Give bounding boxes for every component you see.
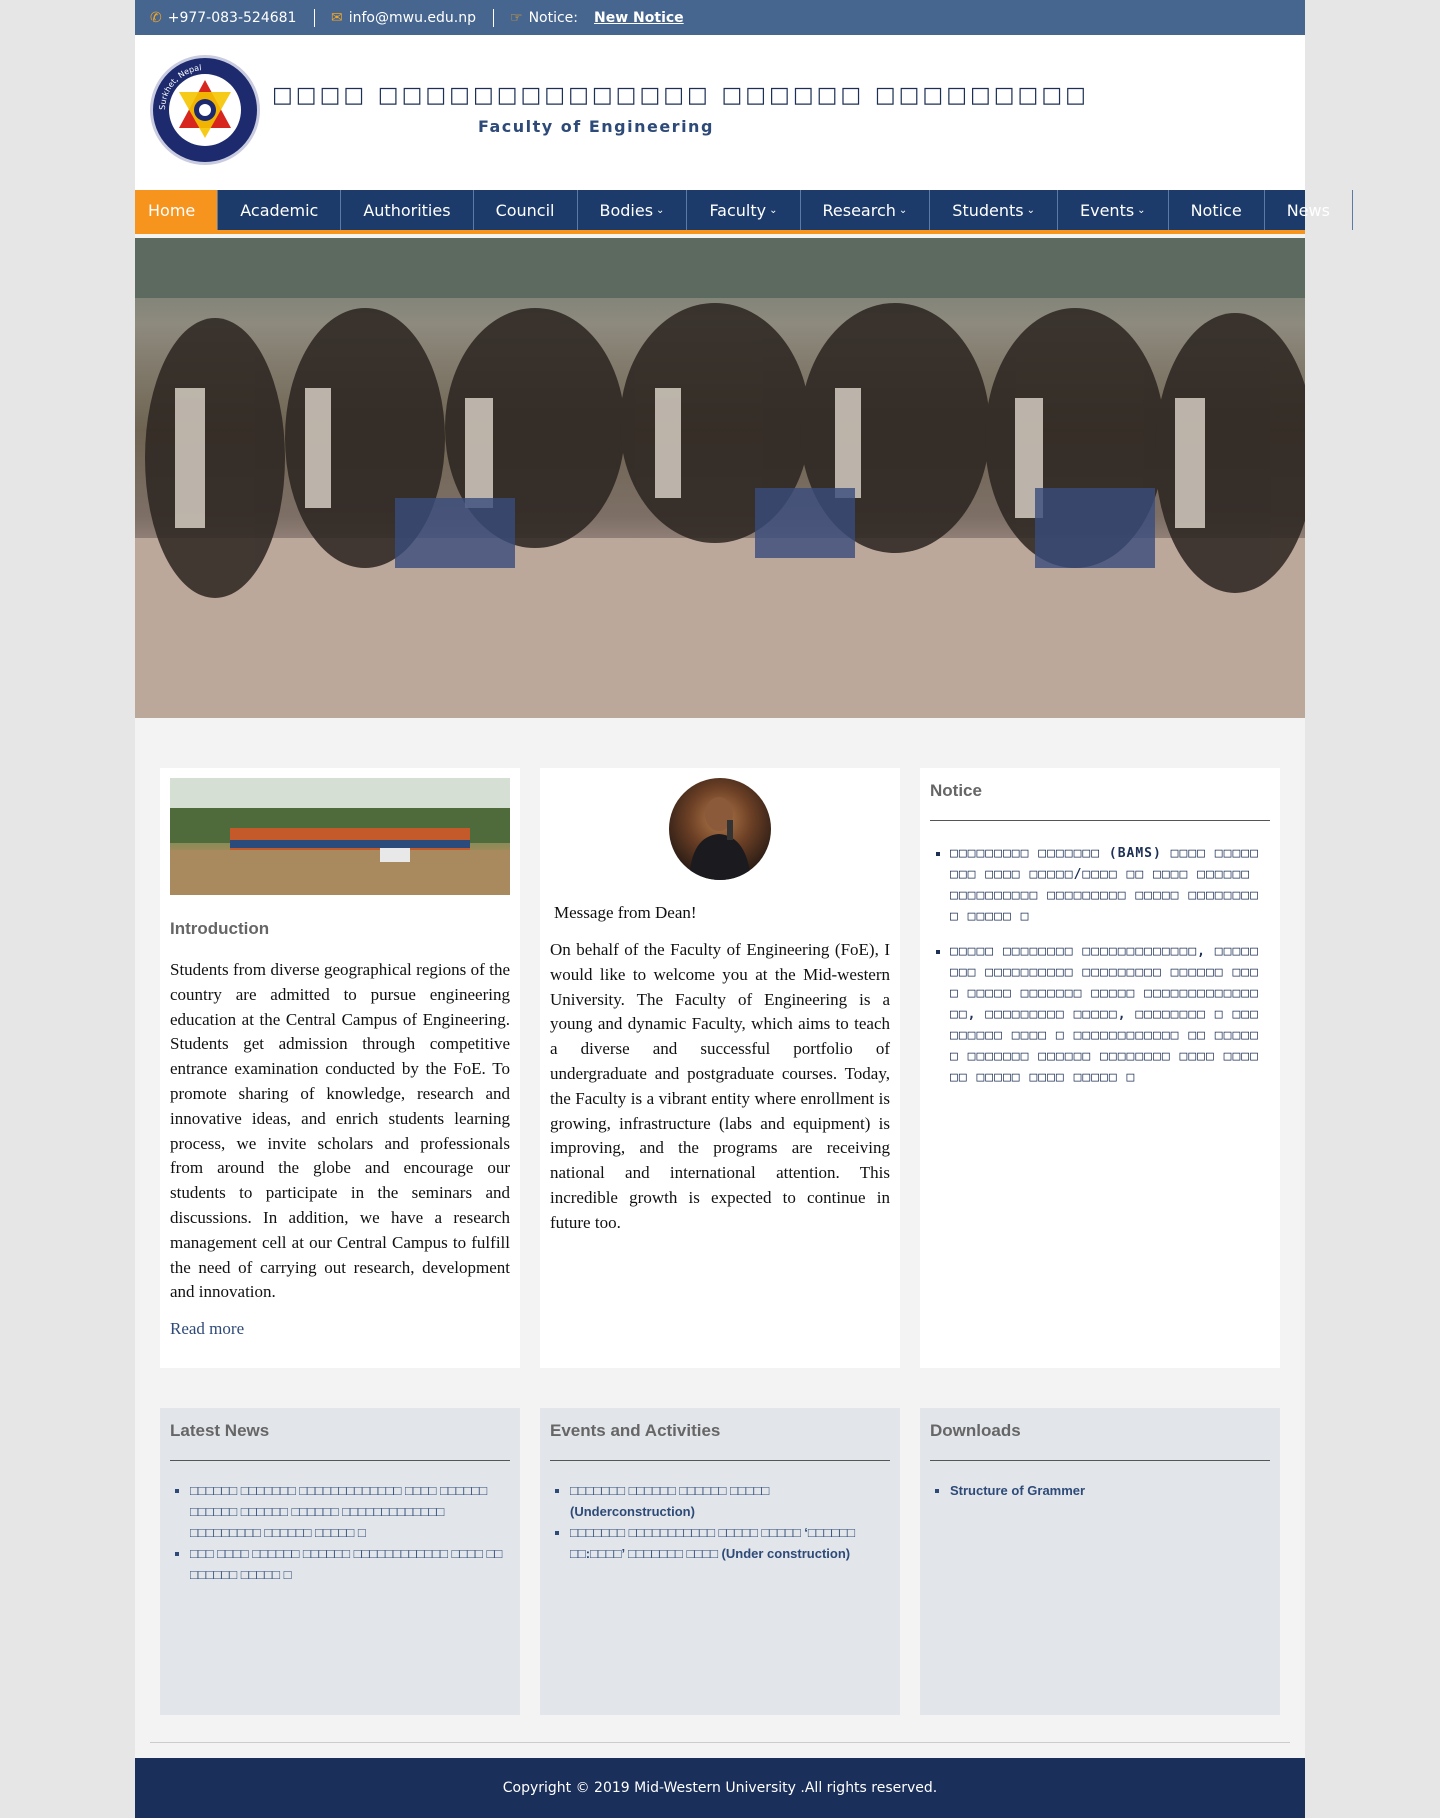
phone-number: +977-083-524681 xyxy=(167,9,297,26)
news-item[interactable]: □□□□□□ □□□□□□□ □□□□□□□□□□□□□ □□□□ □□□□□□… xyxy=(190,1480,510,1543)
events-heading: Events and Activities xyxy=(550,1421,721,1440)
copyright-text: Copyright © 2019 Mid-Western University … xyxy=(502,1780,938,1796)
divider xyxy=(493,9,494,27)
email-address: info@mwu.edu.np xyxy=(348,9,476,26)
nav-item-label: Council xyxy=(495,200,555,220)
main-nav: Home Academic Authorities Council Bodies ⌄ Fac… xyxy=(135,190,1353,234)
nav-item-council[interactable]: Council xyxy=(474,190,578,230)
envelope-icon: ✉ xyxy=(331,9,343,26)
footer-divider xyxy=(150,1742,1290,1743)
nav-item-bodies[interactable]: Bodies ⌄ xyxy=(578,190,688,230)
chevron-down-icon: ⌄ xyxy=(656,204,665,216)
dean-photo xyxy=(669,778,771,880)
notice-ticker: ☞ Notice: New Notice xyxy=(510,0,684,35)
site-subtitle: Faculty of Engineering xyxy=(478,117,714,136)
nav-item-label: Home xyxy=(148,200,196,220)
site-title: □□□□ □□□□□□□□□□□□□□ □□□□□□ □□□□□□□□□ xyxy=(272,83,1089,108)
chevron-down-icon: ⌄ xyxy=(1026,204,1035,216)
campus-photo xyxy=(170,778,510,895)
logo-emblem xyxy=(169,74,241,146)
notice-item[interactable]: □□□□□□□□□ □□□□□□□ (BAMS) □□□□ □□□□□□□□ □… xyxy=(950,843,1260,927)
latest-news-panel: Latest News □□□□□□ □□□□□□□ □□□□□□□□□□□□□… xyxy=(160,1408,520,1715)
chevron-down-icon: ⌄ xyxy=(769,204,778,216)
notice-item[interactable]: □□□□□ □□□□□□□□ □□□□□□□□□□□□□, □□□□□□□□ □… xyxy=(950,941,1260,1088)
nav-item-news[interactable]: News xyxy=(1265,190,1353,230)
nav-item-label: Research xyxy=(822,200,896,220)
nav-item-students[interactable]: Students ⌄ xyxy=(930,190,1058,230)
nav-item-faculty[interactable]: Faculty ⌄ xyxy=(687,190,801,230)
hero-group-photo xyxy=(135,238,1305,718)
notice-list: □□□□□□□□□ □□□□□□□ (BAMS) □□□□ □□□□□□□□ □… xyxy=(950,843,1260,1102)
page: ✆ +977-083-524681 ✉ info@mwu.edu.np ☞ No… xyxy=(135,0,1353,1818)
event-item[interactable]: □□□□□□□ □□□□□□□□□□□ □□□□□ □□□□□ ‘□□□□□□ … xyxy=(570,1522,890,1564)
nav-item-label: Students xyxy=(952,200,1024,220)
nav-item-authorities[interactable]: Authorities xyxy=(341,190,474,230)
chevron-down-icon: ⌄ xyxy=(1137,204,1146,216)
events-panel: Events and Activities □□□□□□□ □□□□□□ □□□… xyxy=(540,1408,900,1715)
news-list: □□□□□□ □□□□□□□ □□□□□□□□□□□□□ □□□□ □□□□□□… xyxy=(190,1480,510,1585)
dean-message: On behalf of the Faculty of Engineering … xyxy=(550,940,890,1232)
notice-label: Notice: xyxy=(528,9,579,26)
footer: Copyright © 2019 Mid-Western University … xyxy=(135,1758,1305,1818)
intro-heading: Introduction xyxy=(170,919,270,938)
divider xyxy=(550,1460,890,1461)
nav-item-label: Authorities xyxy=(363,200,451,220)
events-list: □□□□□□□ □□□□□□ □□□□□□ □□□□□ (Underconstr… xyxy=(570,1480,890,1564)
download-item[interactable]: Structure of Grammer xyxy=(950,1480,1270,1501)
divider xyxy=(314,9,315,27)
top-bar: ✆ +977-083-524681 ✉ info@mwu.edu.np ☞ No… xyxy=(135,0,1305,35)
nav-item-academic[interactable]: Academic xyxy=(218,190,342,230)
nav-item-label: Faculty xyxy=(709,200,767,220)
site-header: Surkhet, Nepal □□□□ □□□□□□□□□□□□□□ □□□□□… xyxy=(135,35,1305,190)
intro-card: Introduction Students from diverse geogr… xyxy=(160,768,520,1368)
email-contact[interactable]: ✉ info@mwu.edu.np xyxy=(331,0,476,35)
event-item[interactable]: □□□□□□□ □□□□□□ □□□□□□ □□□□□ (Underconstr… xyxy=(570,1480,890,1522)
dean-heading: Message from Dean! xyxy=(554,903,697,922)
notice-card: Notice □□□□□□□□□ □□□□□□□ (BAMS) □□□□ □□□… xyxy=(920,768,1280,1368)
divider xyxy=(170,1460,510,1461)
phone-contact[interactable]: ✆ +977-083-524681 xyxy=(150,0,296,35)
news-item[interactable]: □□□ □□□□ □□□□□□ □□□□□□ □□□□□□□□□□□□ □□□□… xyxy=(190,1543,510,1585)
nav-item-label: Notice xyxy=(1190,200,1242,220)
downloads-list: Structure of Grammer xyxy=(950,1480,1270,1501)
nav-item-notice[interactable]: Notice xyxy=(1169,190,1265,230)
nav-item-label: News xyxy=(1286,200,1330,220)
nav-item-research[interactable]: Research ⌄ xyxy=(801,190,931,230)
divider xyxy=(930,820,1270,821)
chevron-down-icon: ⌄ xyxy=(898,204,908,216)
notice-heading: Notice xyxy=(930,781,982,800)
phone-icon: ✆ xyxy=(150,9,162,26)
divider xyxy=(930,1460,1270,1461)
news-heading: Latest News xyxy=(170,1421,270,1440)
nav-item-home[interactable]: Home xyxy=(135,190,219,230)
nav-item-label: Bodies xyxy=(599,200,654,220)
pointing-hand-icon: ☞ xyxy=(510,9,523,26)
read-more-link[interactable]: Read more xyxy=(170,1319,244,1339)
nav-item-label: Academic xyxy=(240,200,319,220)
downloads-heading: Downloads xyxy=(930,1421,1021,1440)
nav-item-label: Events xyxy=(1080,200,1135,220)
dean-card: Message from Dean! On behalf of the Facu… xyxy=(540,768,900,1368)
nav-item-events[interactable]: Events ⌄ xyxy=(1058,190,1169,230)
university-logo[interactable]: Surkhet, Nepal xyxy=(150,55,260,165)
intro-text: Students from diverse geographical regio… xyxy=(170,960,510,1302)
downloads-panel: Downloads Structure of Grammer xyxy=(920,1408,1280,1715)
new-notice-link[interactable]: New Notice xyxy=(594,10,684,26)
